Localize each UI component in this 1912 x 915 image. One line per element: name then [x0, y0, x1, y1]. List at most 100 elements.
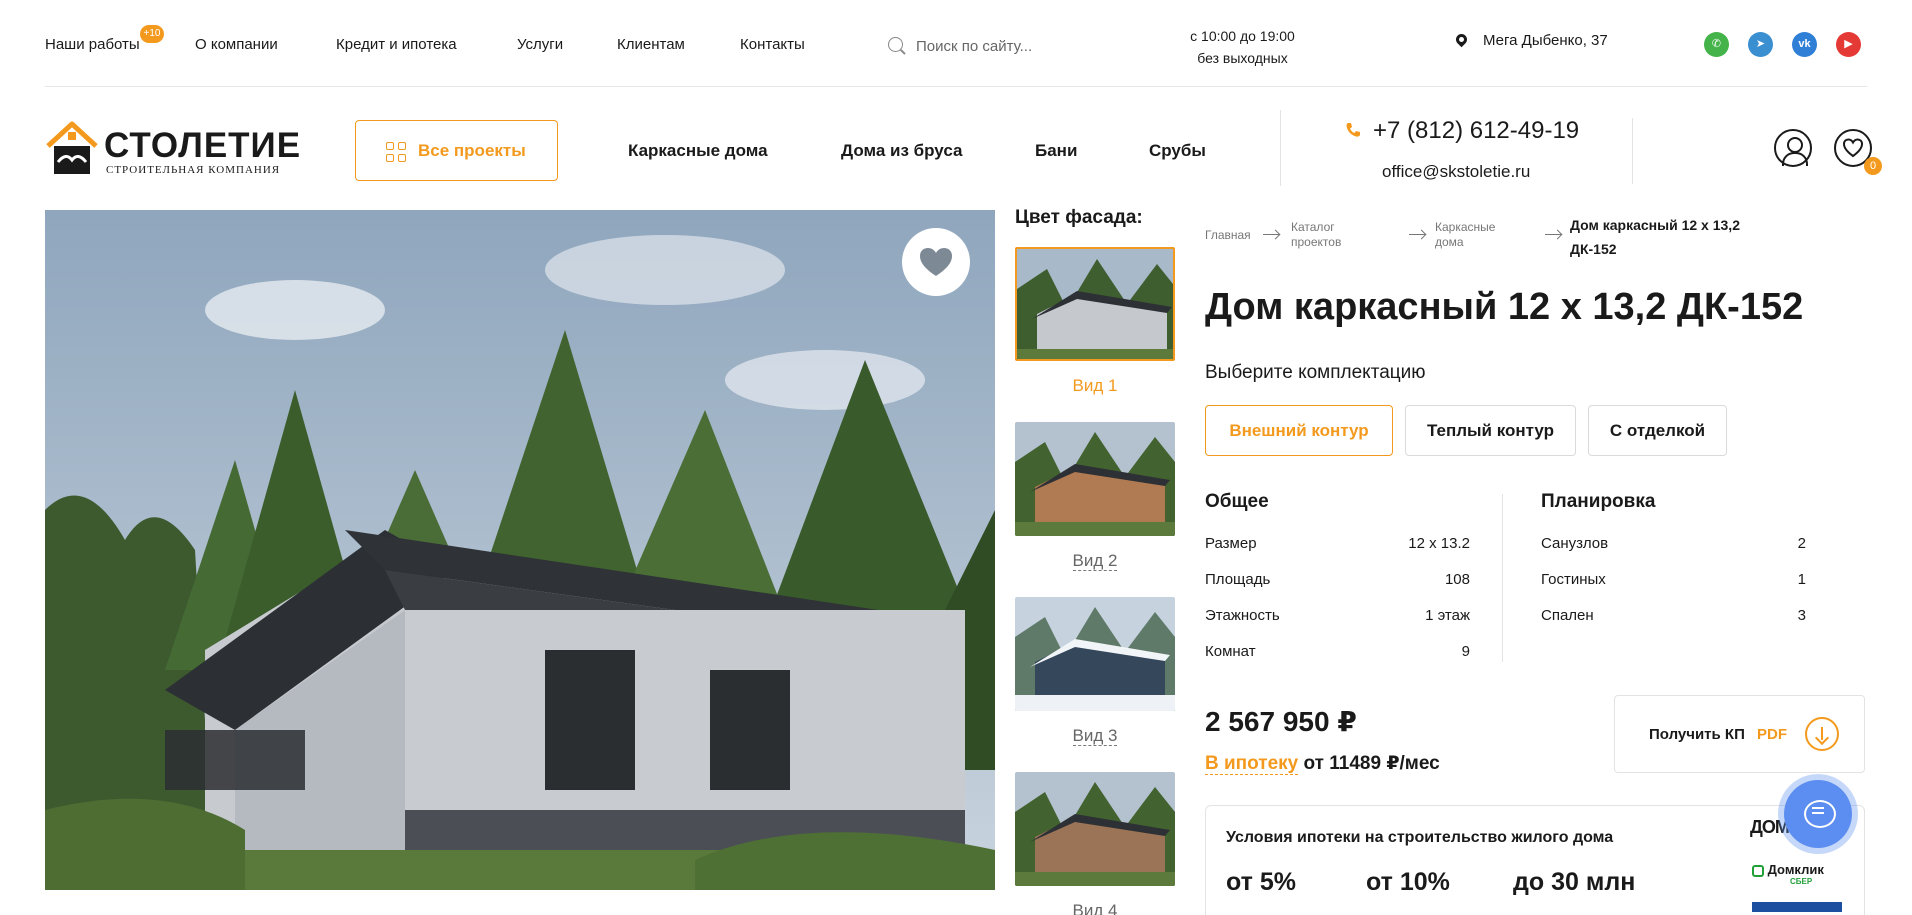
- mortgage-link[interactable]: В ипотеку: [1205, 753, 1299, 775]
- mortgage-down-payment: от 10%: [1366, 868, 1450, 896]
- location-pin-icon: [1453, 31, 1470, 48]
- facade-thumb-2[interactable]: [1015, 422, 1175, 536]
- vk-icon[interactable]: vk: [1792, 32, 1817, 57]
- working-hours: с 10:00 до 19:00 без выходных: [1150, 25, 1335, 69]
- office-address[interactable]: Мега Дыбенко, 37: [1453, 31, 1608, 49]
- heart-icon: [920, 248, 952, 276]
- spec-value: 1 этаж: [1425, 607, 1470, 624]
- telegram-icon[interactable]: ➤: [1748, 32, 1773, 57]
- search-input[interactable]: [916, 34, 1106, 58]
- hours-line: с 10:00 до 19:00: [1190, 28, 1295, 44]
- get-offer-label: Получить КП: [1649, 726, 1745, 743]
- config-finishing-button[interactable]: С отделкой: [1588, 405, 1727, 456]
- spec-value: 9: [1461, 643, 1470, 660]
- email-link[interactable]: office@skstoletie.ru: [1382, 162, 1530, 182]
- price: 2 567 950 ₽: [1205, 706, 1357, 737]
- top-nav-services[interactable]: Услуги: [517, 36, 563, 53]
- all-projects-label: Все проекты: [418, 141, 526, 160]
- mortgage-max-amount: до 30 млн: [1513, 868, 1636, 896]
- user-account-icon[interactable]: [1774, 129, 1812, 167]
- catalog-grid-icon: [386, 142, 408, 164]
- layout-heading: Планировка: [1541, 491, 1656, 512]
- facade-thumb-image: [1015, 597, 1175, 711]
- hours-days: без выходных: [1197, 50, 1288, 66]
- spec-value: 1: [1797, 571, 1806, 588]
- breadcrumb-frame-houses[interactable]: Каркасные дома: [1435, 220, 1515, 250]
- main-house-image[interactable]: [45, 210, 995, 890]
- breadcrumb-arrow-icon: [1545, 234, 1561, 235]
- company-logo[interactable]: СТОЛЕТИЕ СТРОИТЕЛЬНАЯ КОМПАНИЯ: [44, 120, 300, 180]
- header-divider: [1632, 118, 1633, 184]
- spec-value: 108: [1444, 571, 1470, 588]
- nav-timber-houses[interactable]: Дома из бруса: [841, 141, 962, 161]
- facade-view-label-3[interactable]: Вид 3: [1015, 726, 1175, 746]
- facade-thumb-3[interactable]: [1015, 597, 1175, 711]
- facade-view-label-1[interactable]: Вид 1: [1015, 376, 1175, 396]
- logo-tagline: СТРОИТЕЛЬНАЯ КОМПАНИЯ: [106, 164, 281, 176]
- download-icon: [1805, 717, 1839, 751]
- address-text: Мега Дыбенко, 37: [1483, 32, 1608, 49]
- nav-log-houses[interactable]: Срубы: [1149, 141, 1206, 161]
- get-offer-pdf-button[interactable]: Получить КП PDF: [1614, 695, 1865, 773]
- mortgage-heading: Условия ипотеки на строительство жилого …: [1226, 829, 1614, 846]
- facade-thumb-image: [1017, 249, 1173, 359]
- facade-thumb-4[interactable]: [1015, 772, 1175, 886]
- header-divider: [1280, 110, 1281, 186]
- facade-thumb-1[interactable]: [1015, 247, 1175, 361]
- mortgage-offer: В ипотеку от 11489 ₽/мес: [1205, 752, 1440, 775]
- top-nav-works[interactable]: Наши работы: [45, 36, 140, 53]
- config-label: Выберите комплектацию: [1205, 362, 1426, 383]
- breadcrumb-arrow-icon: [1263, 234, 1279, 235]
- breadcrumb: Главная Каталог проектов Каркасные дома …: [1205, 213, 1765, 263]
- facade-color-title: Цвет фасада:: [1015, 207, 1143, 228]
- spec-label: Комнат: [1205, 643, 1256, 660]
- spec-label: Этажность: [1205, 607, 1280, 624]
- config-warm-contour-button[interactable]: Теплый контур: [1405, 405, 1576, 456]
- spec-label: Гостиных: [1541, 571, 1606, 588]
- chat-widget-button[interactable]: [1784, 780, 1852, 848]
- spec-value: 3: [1797, 607, 1806, 624]
- house-render-image: [45, 210, 995, 890]
- facade-view-label-4[interactable]: Вид 4: [1015, 901, 1175, 915]
- mortgage-monthly: от 11489 ₽/мес: [1303, 753, 1440, 774]
- config-outer-contour-button[interactable]: Внешний контур: [1205, 405, 1393, 456]
- nav-frame-houses[interactable]: Каркасные дома: [628, 141, 768, 161]
- facade-thumb-image: [1015, 422, 1175, 536]
- top-nav-credit[interactable]: Кредит и ипотека: [336, 36, 457, 53]
- domclick-logo: Домклик СБЕР: [1752, 862, 1824, 886]
- facade-view-label-2[interactable]: Вид 2: [1015, 551, 1175, 571]
- whatsapp-icon[interactable]: ✆: [1704, 32, 1729, 57]
- spec-value: 2: [1797, 535, 1806, 552]
- breadcrumb-arrow-icon: [1409, 234, 1425, 235]
- spec-label: Спален: [1541, 607, 1594, 624]
- spec-label: Размер: [1205, 535, 1257, 552]
- favorites-count-badge: 0: [1864, 157, 1882, 175]
- bank-logo-partial: [1752, 902, 1842, 912]
- page-title: Дом каркасный 12 х 13,2 ДК-152: [1205, 286, 1804, 328]
- nav-saunas[interactable]: Бани: [1035, 141, 1077, 161]
- breadcrumb-catalog[interactable]: Каталог проектов: [1291, 220, 1371, 250]
- top-bar: Наши работы О компании Кредит и ипотека …: [0, 0, 1912, 88]
- mortgage-rate: от 5%: [1226, 868, 1296, 896]
- pdf-label: PDF: [1757, 726, 1787, 743]
- top-nav-about[interactable]: О компании: [195, 36, 278, 53]
- youtube-icon[interactable]: ▶: [1836, 32, 1861, 57]
- top-nav-contacts[interactable]: Контакты: [740, 36, 805, 53]
- general-heading: Общее: [1205, 491, 1269, 512]
- top-nav-clients[interactable]: Клиентам: [617, 36, 685, 53]
- works-count-badge: +10: [140, 25, 164, 43]
- breadcrumb-current: Дом каркасный 12 х 13,2 ДК-152: [1570, 217, 1740, 257]
- add-to-favorites-button[interactable]: [902, 228, 970, 296]
- spec-label: Санузлов: [1541, 535, 1609, 552]
- phone-number[interactable]: +7 (812) 612-49-19: [1345, 117, 1579, 145]
- all-projects-button[interactable]: Все проекты: [355, 120, 558, 181]
- spec-label: Площадь: [1205, 571, 1271, 588]
- breadcrumb-home[interactable]: Главная: [1205, 228, 1251, 243]
- specs-divider: [1502, 494, 1503, 662]
- top-divider: [45, 86, 1867, 87]
- search-box: [888, 34, 1108, 58]
- favorites-button[interactable]: 0: [1834, 129, 1882, 175]
- search-icon[interactable]: [888, 37, 903, 52]
- logo-name: СТОЛЕТИЕ: [104, 126, 302, 165]
- phone-icon: [1346, 123, 1360, 137]
